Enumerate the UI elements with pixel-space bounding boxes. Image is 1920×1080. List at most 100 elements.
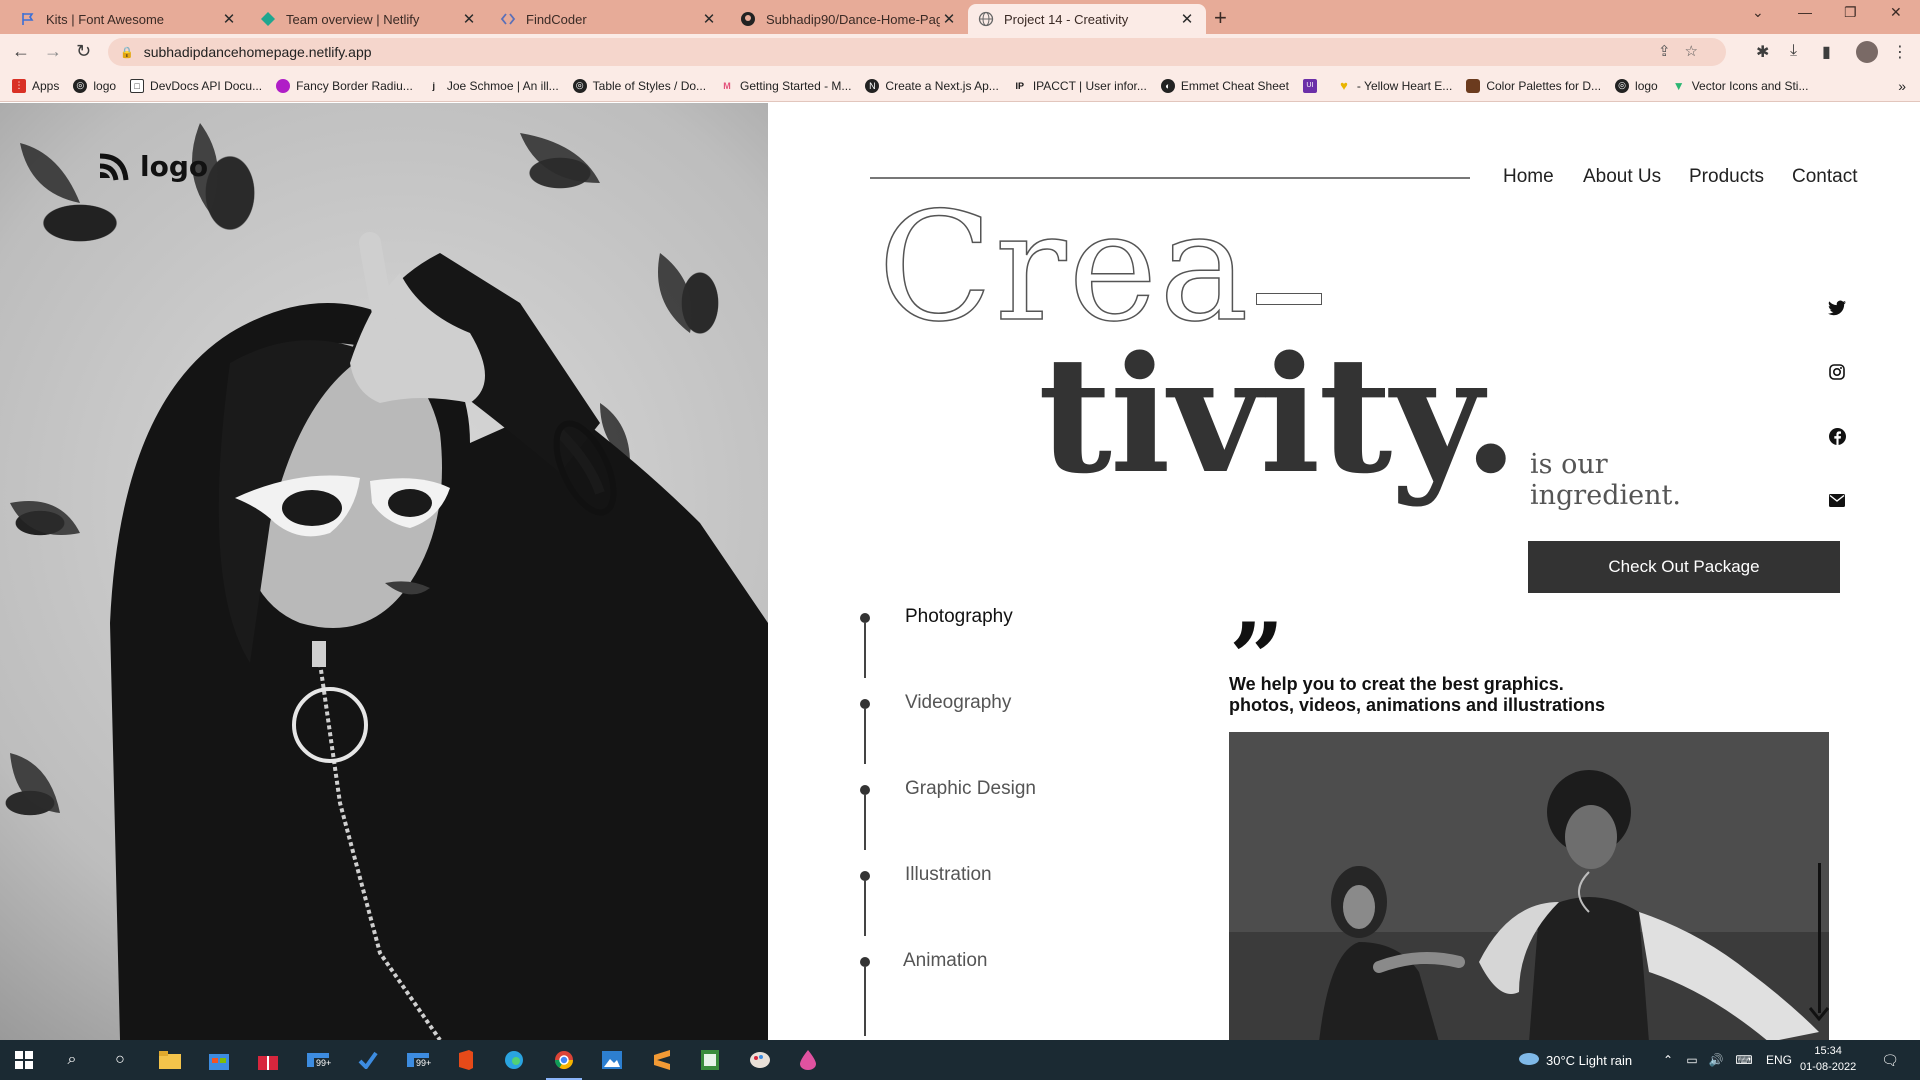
clock-date: 01-08-2022: [1800, 1061, 1857, 1073]
site-logo[interactable]: logo: [96, 148, 208, 184]
restore-icon[interactable]: ❐: [1844, 4, 1857, 21]
microsoft-store-icon[interactable]: [207, 1048, 231, 1072]
tab-team-overview-netlify[interactable]: Team overview | Netlify ✕: [250, 4, 488, 34]
paint-icon[interactable]: [748, 1048, 772, 1072]
language-indicator[interactable]: ENG: [1766, 1040, 1792, 1080]
battery-icon[interactable]: ▭: [1680, 1048, 1704, 1072]
cortana-icon[interactable]: ○: [108, 1048, 132, 1072]
address-bar[interactable]: 🔒 subhadipdancehomepage.netlify.app ⇪☆: [108, 38, 1726, 66]
close-icon[interactable]: ✕: [460, 10, 478, 28]
nav-about-us[interactable]: About Us: [1583, 166, 1661, 188]
bookmark-yellow-heart[interactable]: ♥ - Yellow Heart E...: [1337, 78, 1452, 93]
tab-findcoder[interactable]: FindCoder ✕: [490, 4, 728, 34]
help-description: We help you to creat the best graphics. …: [1229, 674, 1605, 716]
twitter-icon[interactable]: [1826, 297, 1848, 319]
tab-title: Project 14 - Creativity: [1004, 11, 1129, 27]
bookmark-ipacct[interactable]: IP IPACCT | User infor...: [1013, 79, 1147, 93]
gift-icon[interactable]: [256, 1048, 280, 1072]
close-icon[interactable]: ✕: [700, 10, 718, 28]
toolbar: ← → ↻ 🔒 subhadipdancehomepage.netlify.ap…: [0, 34, 1920, 70]
volume-icon[interactable]: 🔊: [1704, 1048, 1728, 1072]
chrome-icon[interactable]: [552, 1048, 576, 1072]
bookmark-ui[interactable]: UI: [1302, 78, 1323, 93]
notepad-icon[interactable]: [698, 1048, 722, 1072]
weather-widget[interactable]: 30°C Light rain: [1518, 1040, 1632, 1080]
forward-arrow-icon[interactable]: →: [44, 41, 62, 62]
globe-icon: [978, 11, 994, 27]
yellow-heart-icon: ♥: [1340, 78, 1348, 93]
mui-icon: M: [723, 80, 731, 91]
webpage: logo Home About Us Products Contact Crea…: [0, 103, 1920, 1040]
bookmark-joe-schmoe[interactable]: j Joe Schmoe | An ill...: [427, 79, 559, 93]
todo-icon[interactable]: [356, 1048, 380, 1072]
tab-search-icon[interactable]: ⌄: [1752, 4, 1764, 21]
sublime-text-icon[interactable]: [650, 1048, 674, 1072]
notification-center-icon[interactable]: 🗨: [1878, 1048, 1902, 1072]
color-picker-icon[interactable]: [796, 1048, 820, 1072]
timeline-stem: [864, 708, 866, 764]
bookmark-apps[interactable]: ⋮ Apps: [12, 78, 59, 93]
new-tab-button[interactable]: +: [1214, 5, 1227, 31]
mail-icon[interactable]: 99+: [306, 1048, 334, 1072]
check-out-package-button[interactable]: Check Out Package: [1528, 541, 1840, 593]
tab-github-dance-home-page[interactable]: Subhadip90/Dance-Home-Page- ✕: [730, 4, 968, 34]
file-explorer-icon[interactable]: [158, 1048, 182, 1072]
timeline-stem: [864, 622, 866, 678]
scroll-down-arrow-icon[interactable]: [1809, 863, 1829, 1021]
bookmark-nextjs[interactable]: N Create a Next.js Ap...: [865, 78, 999, 93]
bookmark-table-of-styles[interactable]: ◎ Table of Styles / Do...: [572, 78, 706, 93]
extensions-puzzle-icon[interactable]: ✱: [1756, 42, 1769, 62]
github-icon: [740, 11, 756, 27]
chevron-up-icon[interactable]: ⌃: [1656, 1048, 1680, 1072]
more-bookmarks-icon[interactable]: »: [1898, 78, 1906, 94]
nav-products[interactable]: Products: [1689, 166, 1764, 188]
bookmark-logo-2[interactable]: ◎ logo: [1615, 78, 1658, 93]
search-icon[interactable]: ⌕: [60, 1048, 84, 1072]
bookmark-vector-icons[interactable]: ▼ Vector Icons and Sti...: [1672, 79, 1809, 93]
windows-start-icon[interactable]: [12, 1048, 36, 1072]
back-arrow-icon[interactable]: ←: [12, 41, 30, 62]
nav-home[interactable]: Home: [1503, 166, 1554, 188]
download-icon[interactable]: ⤓: [1790, 42, 1797, 60]
edge-icon[interactable]: [502, 1048, 526, 1072]
tab-project-14-creativity[interactable]: Project 14 - Creativity ✕: [968, 4, 1206, 34]
tab-kits-font-awesome[interactable]: Kits | Font Awesome ✕: [10, 4, 248, 34]
minimize-icon[interactable]: —: [1798, 4, 1812, 20]
window-close-icon[interactable]: ✕: [1890, 4, 1902, 21]
close-icon[interactable]: ✕: [1178, 10, 1196, 28]
bookmark-devdocs[interactable]: □ DevDocs API Docu...: [130, 78, 262, 93]
logo-icon: ◎: [1615, 78, 1630, 93]
logo-icon: ◎: [73, 78, 88, 93]
system-clock[interactable]: 15:34 01-08-2022: [1800, 1043, 1856, 1075]
side-panel-icon[interactable]: ▮: [1822, 42, 1831, 62]
tagline: is our ingredient.: [1530, 449, 1681, 511]
dancers-photo: [1229, 732, 1829, 1040]
envelope-icon[interactable]: [1826, 489, 1848, 511]
facebook-icon[interactable]: [1826, 425, 1848, 447]
close-icon[interactable]: ✕: [940, 10, 958, 28]
tab-title: Team overview | Netlify: [286, 11, 420, 27]
fancy-border-icon: [276, 78, 291, 93]
service-label: Animation: [903, 950, 988, 971]
windows-taskbar: ⌕ ○ 99+ 99+ 30°C Light rain ⌃ ▭ 🔊 ⌨ ENG …: [0, 1040, 1920, 1080]
bookmark-logo[interactable]: ◎ logo: [73, 78, 116, 93]
instagram-icon[interactable]: [1826, 361, 1848, 383]
profile-avatar[interactable]: [1856, 41, 1878, 63]
rss-logo-icon: [99, 153, 129, 181]
share-and-bookmark-star-icons[interactable]: ⇪☆: [1658, 42, 1712, 60]
kebab-menu-icon[interactable]: ⋮: [1892, 42, 1908, 62]
woman-portrait-illustration: [10, 123, 768, 1040]
nav-contact[interactable]: Contact: [1792, 166, 1857, 188]
bookmark-color-palettes[interactable]: Color Palettes for D...: [1466, 78, 1601, 93]
office-icon[interactable]: [454, 1048, 478, 1072]
photos-icon[interactable]: [600, 1048, 624, 1072]
teams-icon[interactable]: 99+: [406, 1048, 434, 1072]
service-label: Videography: [905, 692, 1012, 713]
close-icon[interactable]: ✕: [220, 10, 238, 28]
bookmark-fancy-border[interactable]: Fancy Border Radiu...: [276, 78, 413, 93]
service-label: Illustration: [905, 864, 992, 885]
bookmark-emmet[interactable]: ◐ Emmet Cheat Sheet: [1160, 78, 1289, 93]
bookmark-mui[interactable]: M Getting Started - M...: [720, 79, 851, 93]
keyboard-icon[interactable]: ⌨: [1732, 1048, 1756, 1072]
reload-icon[interactable]: ↻: [76, 41, 91, 62]
